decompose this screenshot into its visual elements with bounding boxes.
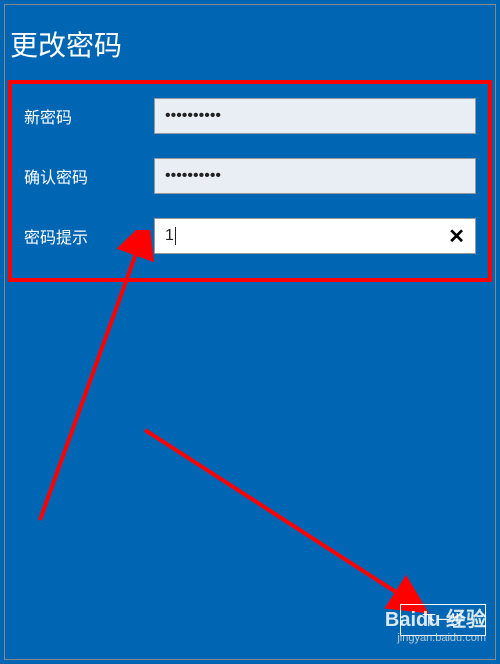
new-password-input[interactable]: •••••••••• bbox=[154, 98, 476, 134]
next-button-label: 下一步 bbox=[422, 610, 464, 630]
new-password-label: 新密码 bbox=[24, 104, 154, 128]
next-button[interactable]: 下一步 bbox=[400, 604, 486, 636]
clear-icon[interactable]: ✕ bbox=[444, 224, 469, 249]
new-password-row: 新密码 •••••••••• bbox=[24, 98, 476, 134]
new-password-value: •••••••••• bbox=[165, 107, 221, 125]
password-hint-row: 密码提示 1 ✕ bbox=[24, 218, 476, 254]
password-hint-input[interactable]: 1 ✕ bbox=[154, 218, 476, 254]
confirm-password-row: 确认密码 •••••••••• bbox=[24, 158, 476, 194]
text-cursor bbox=[175, 227, 176, 245]
confirm-password-label: 确认密码 bbox=[24, 164, 154, 188]
confirm-password-value: •••••••••• bbox=[165, 167, 221, 185]
password-hint-label: 密码提示 bbox=[24, 224, 154, 248]
confirm-password-input[interactable]: •••••••••• bbox=[154, 158, 476, 194]
password-hint-value: 1 bbox=[165, 227, 444, 245]
form-highlight-box: 新密码 •••••••••• 确认密码 •••••••••• 密码提示 1 ✕ bbox=[8, 80, 492, 282]
